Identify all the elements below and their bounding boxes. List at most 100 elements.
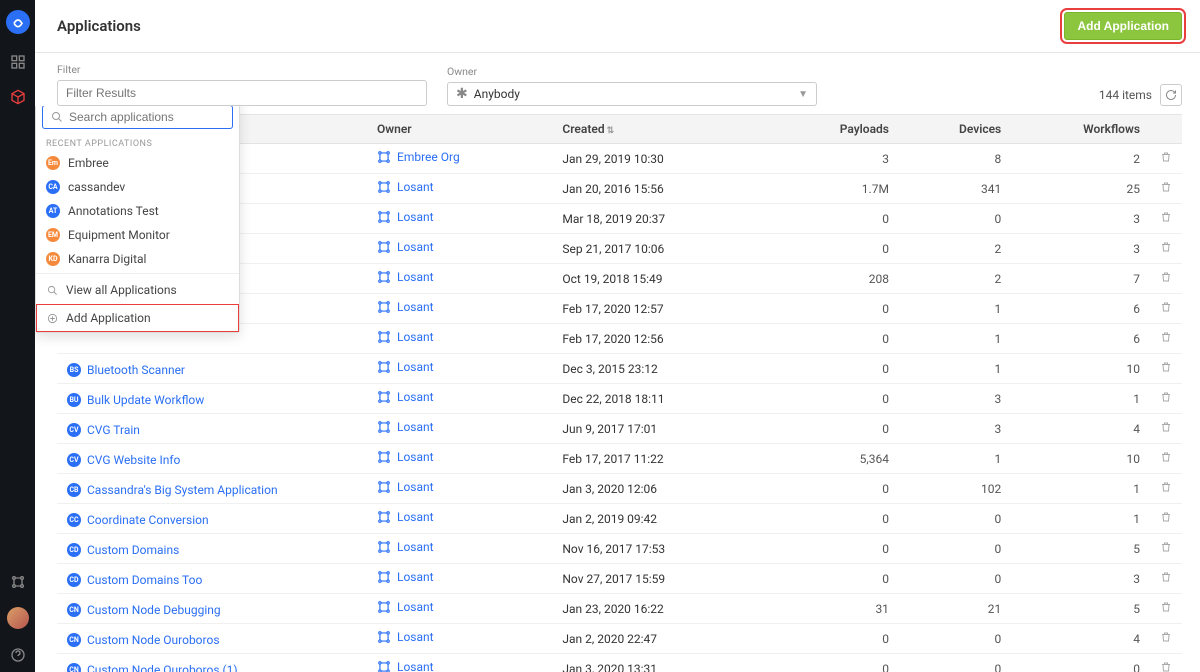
sidebar-dashboard-icon[interactable] (0, 44, 35, 79)
workflows-cell: 6 (1011, 294, 1150, 324)
devices-cell: 2 (899, 234, 1011, 264)
delete-button[interactable] (1150, 474, 1182, 504)
owner-link[interactable]: Losant (377, 330, 434, 344)
delete-button[interactable] (1150, 264, 1182, 294)
owner-link[interactable]: Losant (377, 210, 434, 224)
refresh-button[interactable] (1160, 84, 1182, 106)
dropdown-recent-item[interactable]: EMEquipment Monitor (36, 223, 239, 247)
delete-button[interactable] (1150, 354, 1182, 384)
delete-button[interactable] (1150, 504, 1182, 534)
dropdown-recent-item[interactable]: KDKanarra Digital (36, 247, 239, 271)
created-cell: Jan 2, 2020 22:47 (552, 624, 774, 654)
owner-link[interactable]: Losant (377, 180, 434, 194)
created-cell: Dec 22, 2018 18:11 (552, 384, 774, 414)
app-link[interactable]: CBCassandra's Big System Application (67, 483, 278, 497)
delete-button[interactable] (1150, 204, 1182, 234)
filter-label: Filter (57, 63, 427, 76)
owner-link[interactable]: Losant (377, 420, 434, 434)
dropdown-add-application[interactable]: Add Application (36, 304, 239, 332)
workflows-cell: 0 (1011, 654, 1150, 672)
payloads-cell: 0 (774, 564, 899, 594)
owner-link[interactable]: Losant (377, 270, 434, 284)
app-badge: AT (46, 204, 60, 218)
owner-link[interactable]: Losant (377, 540, 434, 554)
user-avatar[interactable] (7, 607, 29, 629)
app-link[interactable]: BSBluetooth Scanner (67, 363, 185, 377)
owner-select[interactable]: ✱Anybody ▼ (447, 82, 817, 106)
workflows-cell: 4 (1011, 414, 1150, 444)
app-link[interactable]: CVCVG Website Info (67, 453, 180, 467)
app-badge: CV (67, 453, 81, 467)
app-link[interactable]: CCCoordinate Conversion (67, 513, 209, 527)
column-payloads[interactable]: Payloads (774, 115, 899, 144)
owner-link[interactable]: Losant (377, 300, 434, 314)
owner-link[interactable]: Losant (377, 360, 434, 374)
payloads-cell: 0 (774, 474, 899, 504)
owner-link[interactable]: Losant (377, 600, 434, 614)
payloads-cell: 0 (774, 504, 899, 534)
sidebar-nodes-icon[interactable] (0, 564, 35, 599)
owner-link[interactable]: Losant (377, 480, 434, 494)
column-owner[interactable]: Owner (367, 115, 552, 144)
dropdown-search-input[interactable] (69, 110, 224, 124)
app-link[interactable]: CDCustom Domains Too (67, 573, 202, 587)
delete-button[interactable] (1150, 144, 1182, 174)
column-workflows[interactable]: Workflows (1011, 115, 1150, 144)
devices-cell: 1 (899, 354, 1011, 384)
org-icon (377, 270, 391, 284)
delete-button[interactable] (1150, 414, 1182, 444)
owner-link[interactable]: Losant (377, 390, 434, 404)
app-link[interactable]: CNCustom Node Ouroboros (1) (67, 663, 238, 672)
sidebar-cube-icon[interactable] (0, 79, 35, 114)
dropdown-recent-item[interactable]: ATAnnotations Test (36, 199, 239, 223)
delete-button[interactable] (1150, 444, 1182, 474)
add-application-button[interactable]: Add Application (1064, 12, 1182, 40)
app-badge: CV (67, 423, 81, 437)
dropdown-recent-item[interactable]: CAcassandev (36, 175, 239, 199)
workflows-cell: 2 (1011, 144, 1150, 174)
help-icon[interactable] (0, 637, 35, 672)
owner-link[interactable]: Embree Org (377, 150, 460, 164)
app-badge: CD (67, 543, 81, 557)
app-badge: CA (46, 180, 60, 194)
dropdown-recent-item[interactable]: EmEmbree (36, 151, 239, 175)
filter-input[interactable] (57, 80, 427, 106)
app-link[interactable]: CDCustom Domains (67, 543, 179, 557)
app-link[interactable]: CVCVG Train (67, 423, 140, 437)
owner-link[interactable]: Losant (377, 240, 434, 254)
view-all-applications[interactable]: View all Applications (36, 276, 239, 304)
app-link[interactable]: CNCustom Node Ouroboros (67, 633, 220, 647)
devices-cell: 3 (899, 384, 1011, 414)
created-cell: Sep 21, 2017 10:06 (552, 234, 774, 264)
delete-button[interactable] (1150, 534, 1182, 564)
delete-button[interactable] (1150, 294, 1182, 324)
delete-button[interactable] (1150, 174, 1182, 204)
column-created[interactable]: Created⇅ (552, 115, 774, 144)
owner-link[interactable]: Losant (377, 450, 434, 464)
brand-logo[interactable] (6, 10, 30, 34)
search-icon (46, 284, 58, 296)
delete-button[interactable] (1150, 654, 1182, 672)
org-icon (377, 450, 391, 464)
owner-link[interactable]: Losant (377, 630, 434, 644)
devices-cell: 0 (899, 564, 1011, 594)
delete-button[interactable] (1150, 234, 1182, 264)
payloads-cell: 31 (774, 594, 899, 624)
created-cell: Nov 16, 2017 17:53 (552, 534, 774, 564)
table-row: CNCustom Node Ouroboros (1) Losant Jan 3… (57, 654, 1182, 672)
app-link[interactable]: BUBulk Update Workflow (67, 393, 204, 407)
dropdown-search[interactable] (42, 106, 233, 129)
created-cell: Dec 3, 2015 23:12 (552, 354, 774, 384)
app-link[interactable]: CNCustom Node Debugging (67, 603, 221, 617)
delete-button[interactable] (1150, 624, 1182, 654)
delete-button[interactable] (1150, 324, 1182, 354)
org-icon (377, 570, 391, 584)
owner-link[interactable]: Losant (377, 510, 434, 524)
owner-link[interactable]: Losant (377, 660, 434, 672)
app-badge: CC (67, 513, 81, 527)
column-devices[interactable]: Devices (899, 115, 1011, 144)
delete-button[interactable] (1150, 384, 1182, 414)
owner-link[interactable]: Losant (377, 570, 434, 584)
delete-button[interactable] (1150, 594, 1182, 624)
delete-button[interactable] (1150, 564, 1182, 594)
